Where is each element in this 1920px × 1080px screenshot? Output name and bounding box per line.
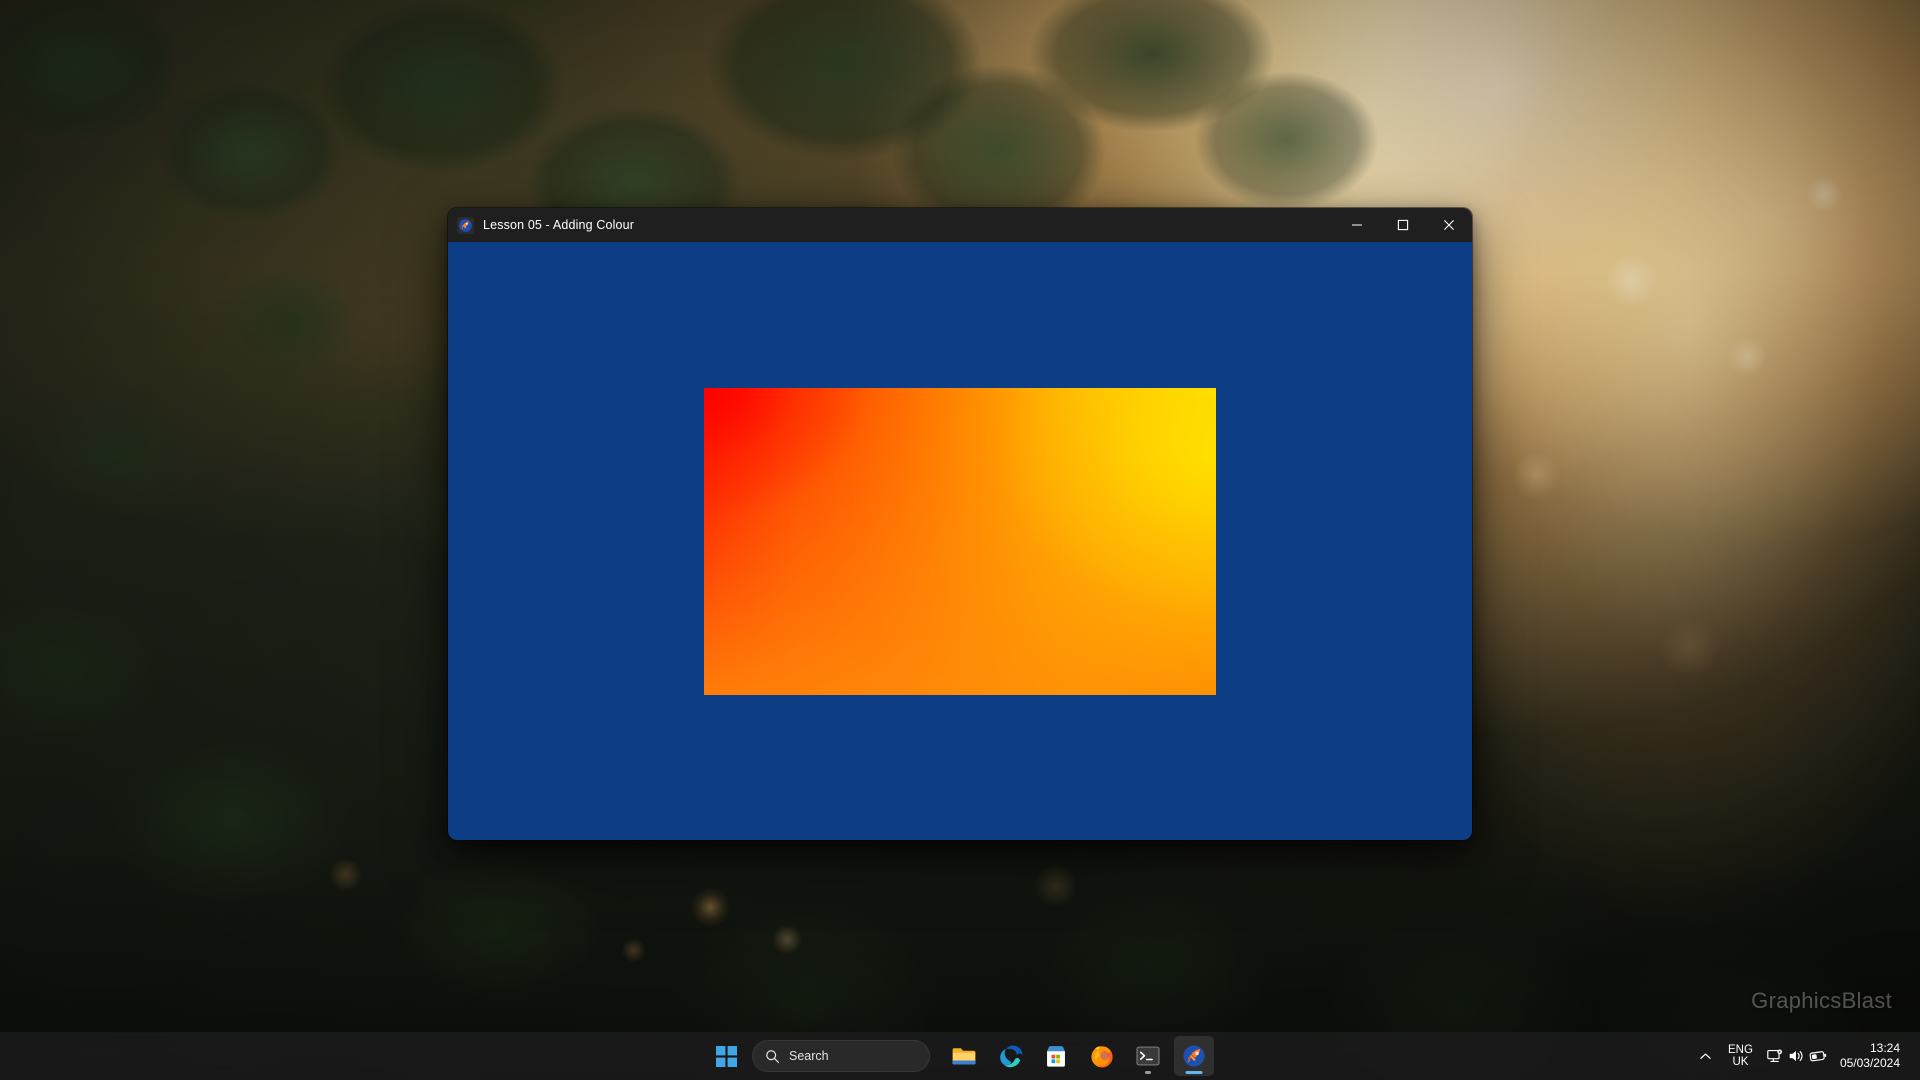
- search-icon: [766, 1049, 780, 1063]
- running-indicator: [1145, 1071, 1151, 1074]
- minimize-button[interactable]: [1334, 208, 1380, 242]
- clock-date: 05/03/2024: [1839, 1056, 1900, 1070]
- watermark-label: GraphicsBlast: [1751, 988, 1892, 1013]
- volume-icon: [1789, 1050, 1803, 1062]
- file-explorer-icon: [952, 1048, 976, 1065]
- start-button[interactable]: [706, 1036, 746, 1076]
- language-line1: ENG: [1728, 1043, 1753, 1056]
- battery-icon: [1809, 1051, 1827, 1062]
- network-icon: [1767, 1049, 1782, 1062]
- desktop[interactable]: GraphicsBlast Lesson 05 - Adding Colour: [0, 0, 1920, 1080]
- app-window[interactable]: Lesson 05 - Adding Colour: [448, 208, 1472, 840]
- close-button[interactable]: [1426, 208, 1472, 242]
- rocket-icon: [1183, 1045, 1205, 1067]
- firefox-icon: [1091, 1046, 1113, 1068]
- taskbar-item-file-explorer[interactable]: [944, 1036, 984, 1076]
- clock-button[interactable]: 13:24 05/03/2024: [1832, 1036, 1910, 1076]
- language-line2: UK: [1732, 1056, 1749, 1068]
- search-label: Search: [789, 1049, 829, 1063]
- taskbar-center-group: Search: [706, 1032, 1214, 1080]
- clock-time: 13:24: [1869, 1041, 1900, 1056]
- gradient-quad: [704, 387, 1216, 695]
- language-indicator[interactable]: ENG UK: [1719, 1036, 1762, 1076]
- gradient-red-corner: [704, 387, 1216, 695]
- taskbar-item-firefox[interactable]: [1082, 1036, 1122, 1076]
- running-indicator: [1185, 1071, 1203, 1074]
- window-client-area[interactable]: [448, 242, 1472, 840]
- system-tray: ENG UK 13:24 05/03/2024: [1692, 1032, 1920, 1080]
- quick-settings-button[interactable]: [1762, 1036, 1832, 1076]
- close-icon: [1444, 220, 1454, 230]
- minimize-icon: [1352, 224, 1362, 226]
- terminal-icon: [1136, 1046, 1160, 1066]
- taskbar-item-microsoft-store[interactable]: [1036, 1036, 1076, 1076]
- search-input[interactable]: Search: [752, 1040, 930, 1072]
- title-bar-left: Lesson 05 - Adding Colour: [457, 216, 635, 234]
- taskbar-item-lesson-app[interactable]: [1174, 1036, 1214, 1076]
- taskbar-item-microsoft-edge[interactable]: [990, 1036, 1030, 1076]
- chevron-up-icon: [1700, 1052, 1711, 1059]
- window-title: Lesson 05 - Adding Colour: [483, 218, 635, 232]
- title-bar[interactable]: Lesson 05 - Adding Colour: [448, 208, 1472, 242]
- rocket-icon: [457, 216, 474, 234]
- taskbar[interactable]: Search ENG UK 13:24 05/03/2024: [0, 1032, 1920, 1080]
- maximize-button[interactable]: [1380, 208, 1426, 242]
- taskbar-item-terminal[interactable]: [1128, 1036, 1168, 1076]
- maximize-icon: [1397, 219, 1409, 231]
- window-controls: [1334, 208, 1472, 242]
- microsoft-edge-icon: [1000, 1045, 1023, 1068]
- show-hidden-icons-button[interactable]: [1692, 1036, 1719, 1076]
- windows-logo-icon: [715, 1045, 737, 1067]
- microsoft-store-icon: [1047, 1046, 1065, 1067]
